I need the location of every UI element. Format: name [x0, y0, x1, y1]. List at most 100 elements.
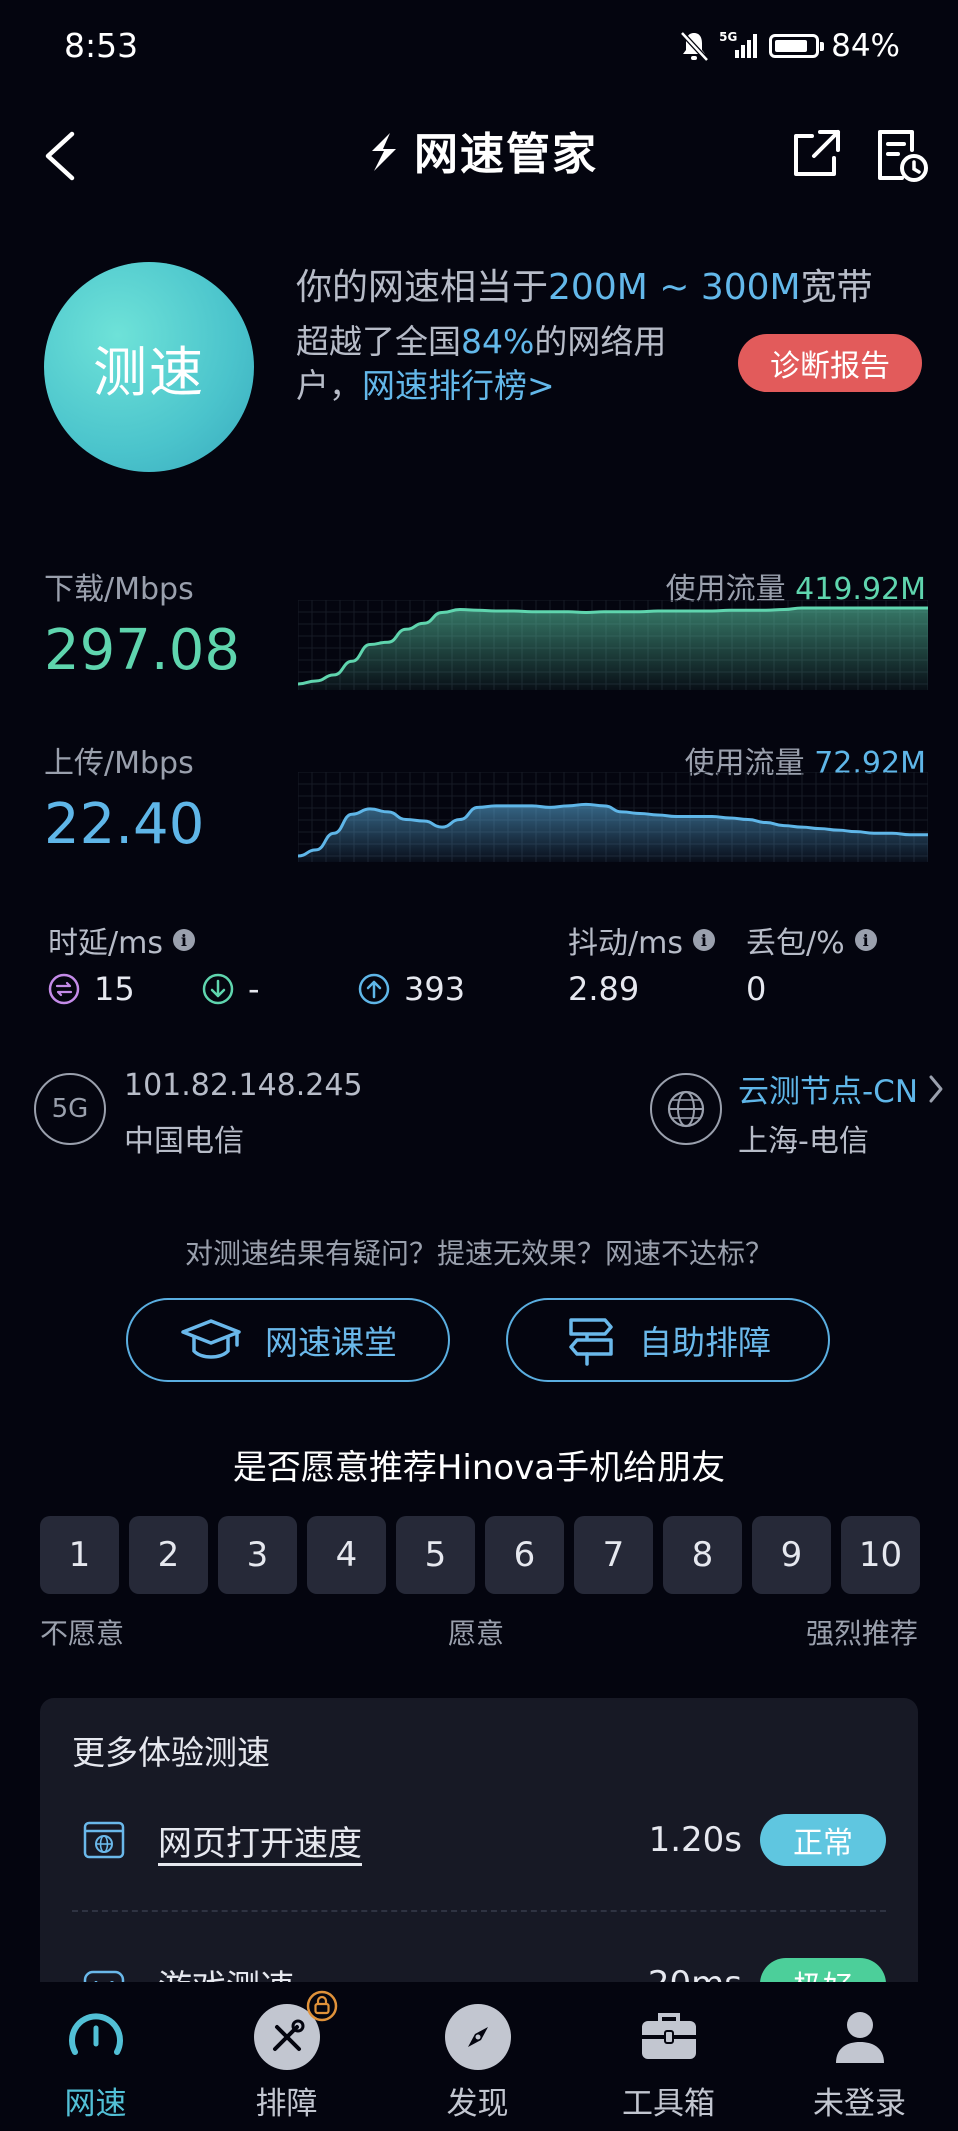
info-icon[interactable]: i — [854, 929, 877, 951]
signal-icon: 5G — [719, 30, 758, 58]
webpage-icon — [83, 1821, 125, 1859]
packet-loss-label: 丢包/% i — [746, 918, 877, 962]
nav-toolbox[interactable]: 工具箱 — [573, 1982, 764, 2131]
status-icons: 5G 84% — [679, 28, 900, 64]
battery-icon — [769, 34, 825, 58]
server-node-selector[interactable]: 云测节点-CN — [738, 1066, 944, 1111]
speed-summary: 你的网速相当于200M ~ 300M宽带 — [296, 258, 873, 310]
rating-option[interactable]: 10 — [841, 1516, 920, 1594]
nav-account[interactable]: 未登录 — [764, 1982, 955, 2131]
recommend-question: 是否愿意推荐Hinova手机给朋友 — [232, 1448, 726, 1488]
webpage-speed-value: 1.20s — [648, 1820, 742, 1860]
self-troubleshoot-label: 自助排障 — [639, 1323, 771, 1362]
server-node-name: 云测节点-CN — [738, 1074, 919, 1110]
more-tests-card: 更多体验测速 网页打开速度 1.20s 正常 游戏测速 20ms 极好 — [40, 1698, 918, 1998]
download-value: 297.08 — [44, 618, 240, 683]
speed-test-button[interactable]: 测速 — [44, 262, 254, 472]
latency-label: 时延/ms i — [48, 918, 195, 962]
rank-summary: 超越了全国84%的网络用户，网速排行榜> — [296, 320, 716, 408]
summary-prefix: 你的网速相当于 — [296, 267, 549, 308]
rating-high-label: 强烈推荐 — [805, 1617, 918, 1650]
packet-loss-label-text: 丢包/% — [746, 926, 845, 961]
divider — [72, 1910, 886, 1912]
rating-mid-label: 愿意 — [448, 1617, 505, 1650]
bottom-nav: 网速 排障 发现 工具箱 未登录 — [0, 1982, 958, 2131]
rating-option[interactable]: 2 — [129, 1516, 208, 1594]
download-label: 下载/Mbps — [44, 572, 194, 607]
latency-upload: 393 — [358, 970, 465, 1008]
latency-label-text: 时延/ms — [48, 926, 163, 961]
download-latency-icon — [202, 973, 234, 1005]
more-tests-title: 更多体验测速 — [72, 1733, 270, 1772]
latency-upload-value: 393 — [404, 970, 466, 1008]
nav-speed[interactable]: 网速 — [0, 1982, 191, 2131]
battery-percent: 84% — [831, 28, 900, 64]
status-time: 8:53 — [64, 26, 139, 65]
self-troubleshoot-button[interactable]: 自助排障 — [506, 1298, 830, 1382]
rating-scale: 1 2 3 4 5 6 7 8 9 10 — [40, 1516, 920, 1594]
speedometer-icon — [63, 2004, 129, 2070]
latency-idle: 15 — [48, 970, 135, 1008]
rank-prefix: 超越了全国 — [296, 322, 461, 361]
upload-label: 上传/Mbps — [44, 746, 194, 781]
status-badge: 正常 — [760, 1814, 886, 1866]
download-chart — [298, 600, 928, 690]
speed-ranking-link[interactable]: 网速排行榜> — [362, 366, 555, 405]
app-title-text: 网速管家 — [414, 129, 598, 180]
rating-option[interactable]: 4 — [307, 1516, 386, 1594]
history-button[interactable] — [872, 126, 930, 184]
network-type-badge: 5G — [34, 1073, 106, 1145]
rank-percent: 84% — [461, 322, 535, 361]
carrier-name: 中国电信 — [124, 1124, 244, 1159]
nav-discover-label: 发现 — [446, 2086, 509, 2122]
rating-option[interactable]: 5 — [396, 1516, 475, 1594]
upload-latency-icon — [358, 973, 390, 1005]
rating-option[interactable]: 7 — [574, 1516, 653, 1594]
diagnose-report-button[interactable]: 诊断报告 — [738, 334, 922, 392]
chart-area-fill — [298, 608, 928, 690]
latency-idle-value: 15 — [94, 970, 135, 1008]
nav-troubleshoot-label: 排障 — [255, 2086, 318, 2122]
latency-download: - — [202, 970, 260, 1008]
rating-option[interactable]: 1 — [40, 1516, 119, 1594]
compass-icon — [444, 2004, 511, 2070]
rating-option[interactable]: 3 — [218, 1516, 297, 1594]
webpage-speed-row[interactable]: 网页打开速度 1.20s 正常 — [72, 1800, 886, 1880]
idle-latency-icon — [48, 973, 80, 1005]
rating-low-label: 不愿意 — [40, 1617, 125, 1650]
rating-option[interactable]: 9 — [752, 1516, 831, 1594]
graduation-cap-icon — [181, 1319, 241, 1359]
help-question: 对测速结果有疑问？提速无效果？网速不达标？ — [184, 1237, 773, 1270]
bell-muted-icon — [680, 31, 709, 62]
nav-discover[interactable]: 发现 — [382, 1982, 573, 2131]
speed-classroom-button[interactable]: 网速课堂 — [126, 1298, 450, 1382]
toolbox-icon — [636, 2004, 702, 2070]
speed-classroom-label: 网速课堂 — [265, 1323, 397, 1362]
rating-option[interactable]: 8 — [663, 1516, 742, 1594]
network-type-label: 5G — [719, 30, 738, 44]
rating-option[interactable]: 6 — [485, 1516, 564, 1594]
share-button[interactable] — [790, 128, 842, 180]
chevron-right-icon — [929, 1075, 943, 1102]
jitter-value: 2.89 — [568, 970, 640, 1008]
info-icon[interactable]: i — [692, 929, 715, 951]
webpage-speed-link[interactable]: 网页打开速度 — [158, 1816, 362, 1865]
globe-icon — [650, 1073, 722, 1145]
nav-speed-label: 网速 — [64, 2086, 127, 2122]
nav-troubleshoot[interactable]: 排障 — [191, 1982, 382, 2131]
nav-account-label: 未登录 — [813, 2086, 906, 2122]
packet-loss-value: 0 — [746, 970, 767, 1008]
app-logo-icon — [372, 133, 396, 171]
lock-badge-icon — [306, 1990, 337, 2022]
info-icon[interactable]: i — [172, 929, 195, 951]
user-icon — [827, 2004, 893, 2070]
nav-toolbox-label: 工具箱 — [622, 2086, 715, 2122]
latency-download-value: - — [248, 970, 260, 1008]
server-node-location: 上海-电信 — [738, 1124, 869, 1159]
tools-icon — [253, 1990, 337, 2070]
jitter-label-text: 抖动/ms — [568, 926, 683, 961]
upload-value: 22.40 — [44, 792, 205, 857]
summary-bandwidth: 200M ~ 300M — [548, 267, 801, 308]
signpost-icon — [569, 1318, 613, 1366]
jitter-label: 抖动/ms i — [568, 918, 715, 962]
